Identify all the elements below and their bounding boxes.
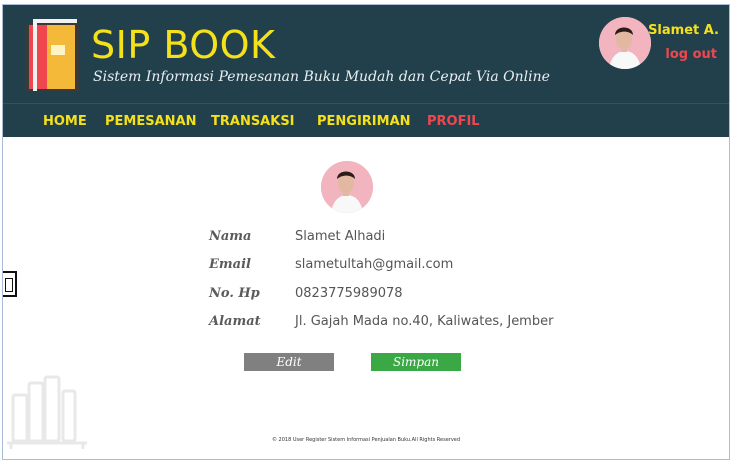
main-nav: HOME PEMESANAN TRANSAKSI PENGIRIMAN PROF…	[3, 103, 729, 137]
app-frame: SIP BOOK Sistem Informasi Pemesanan Buku…	[2, 4, 730, 460]
nav-pemesanan[interactable]: PEMESANAN	[105, 114, 196, 129]
value-nama: Slamet Alhadi	[295, 229, 386, 244]
profile-avatar	[321, 161, 373, 213]
value-no-hp: 0823775989078	[295, 286, 403, 301]
save-button[interactable]: Simpan	[371, 353, 461, 371]
value-alamat: Jl. Gajah Mada no.40, Kaliwates, Jember	[295, 314, 554, 329]
nav-home[interactable]: HOME	[43, 114, 87, 129]
brand-title: SIP BOOK	[91, 23, 276, 67]
side-toggle-handle[interactable]	[3, 271, 17, 297]
nav-profil[interactable]: PROFIL	[427, 114, 480, 129]
user-name: Slamet A.	[648, 23, 719, 38]
nav-pengiriman[interactable]: PENGIRIMAN	[317, 114, 411, 129]
label-alamat: Alamat	[209, 314, 261, 329]
logout-link[interactable]: log out	[665, 47, 717, 62]
label-nama: Nama	[209, 229, 252, 244]
value-email: slametultah@gmail.com	[295, 257, 454, 272]
person-icon	[599, 17, 651, 69]
header: SIP BOOK Sistem Informasi Pemesanan Buku…	[3, 5, 729, 103]
edit-button[interactable]: Edit	[244, 353, 334, 371]
book-logo-icon	[25, 19, 79, 91]
brand-tagline: Sistem Informasi Pemesanan Buku Mudah da…	[93, 69, 550, 85]
user-avatar[interactable]	[599, 17, 651, 69]
label-email: Email	[209, 257, 251, 272]
label-no-hp: No. Hp	[209, 286, 260, 301]
nav-transaksi[interactable]: TRANSAKSI	[211, 114, 295, 129]
person-icon	[321, 161, 373, 213]
footer-copyright: © 2018 User Register Sistem Informasi Pe…	[271, 437, 461, 443]
